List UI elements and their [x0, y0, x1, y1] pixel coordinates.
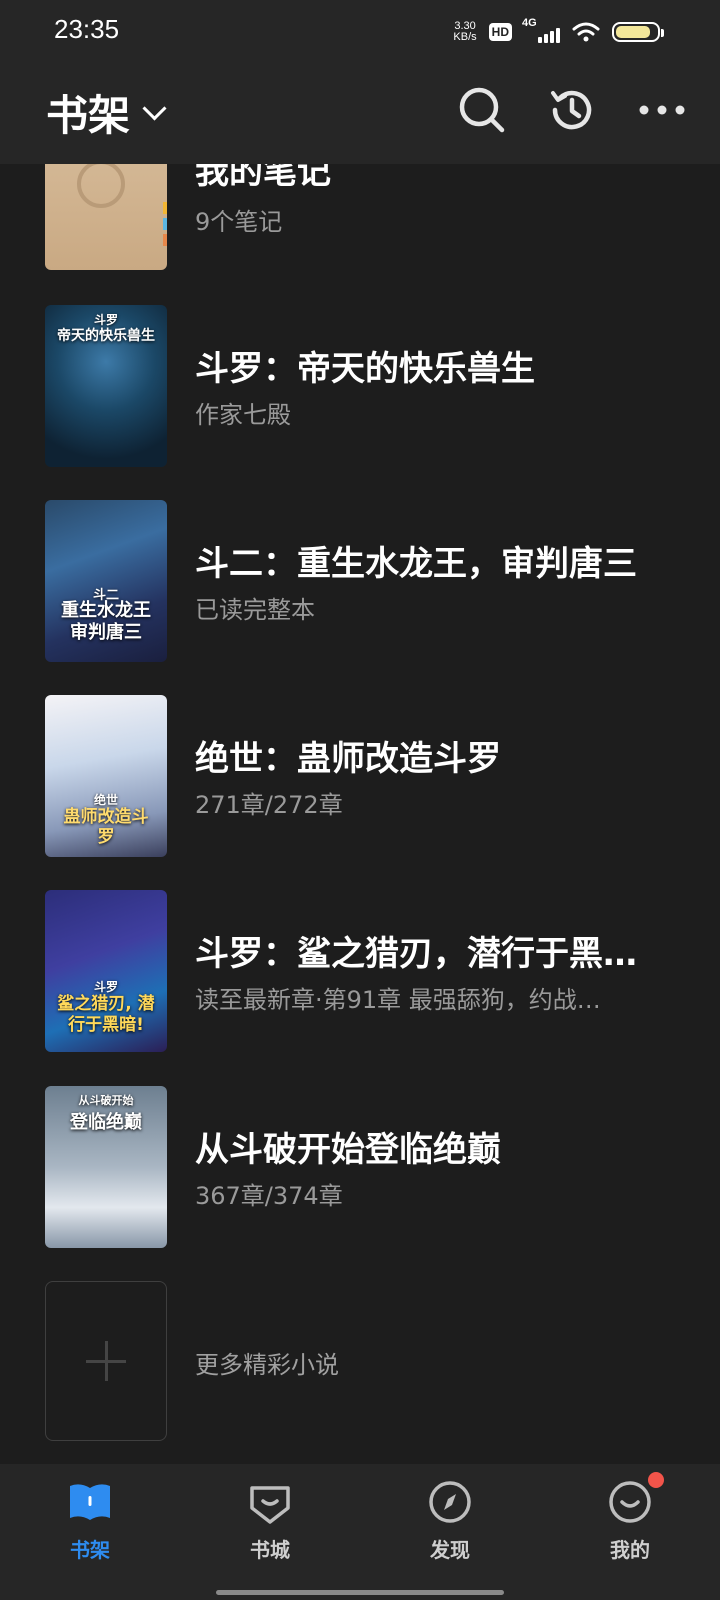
- book-item[interactable]: 斗罗 鲨之猎刃, 潜行于黑暗! 斗罗：鲨之猎刃，潜行于黑… 读至最新章·第91章…: [0, 890, 720, 1055]
- book-item[interactable]: 斗二 重生水龙王 审判唐三 斗二：重生水龙王，审判唐三 已读完整本: [0, 500, 720, 665]
- search-icon: [459, 87, 505, 133]
- book-title: 绝世：蛊师改造斗罗: [195, 739, 501, 779]
- book-cover: 斗二 重生水龙王 审判唐三: [45, 500, 167, 662]
- book-subtitle: 9个笔记: [195, 208, 283, 236]
- book-item[interactable]: 绝世 蛊师改造斗罗 绝世：蛊师改造斗罗 271章/272章: [0, 695, 720, 860]
- tab-bookstore[interactable]: 书城: [210, 1476, 330, 1563]
- notes-row[interactable]: 我的笔记 9个笔记: [0, 164, 720, 270]
- tab-profile[interactable]: 我的: [570, 1472, 690, 1563]
- more-button[interactable]: [634, 82, 690, 138]
- history-button[interactable]: [544, 82, 600, 138]
- book-subtitle: 271章/272章: [195, 791, 343, 819]
- network-speed: 3.30 KB/s: [453, 20, 477, 43]
- bookshelf-dropdown[interactable]: 书架: [46, 82, 167, 143]
- book-subtitle: 367章/374章: [195, 1182, 343, 1210]
- home-indicator[interactable]: [216, 1590, 504, 1595]
- book-cover: 斗罗 鲨之猎刃, 潜行于黑暗!: [45, 890, 167, 1052]
- more-novels-label: 更多精彩小说: [195, 1351, 339, 1379]
- more-icon: [639, 105, 685, 115]
- book-cover: 绝世 蛊师改造斗罗: [45, 695, 167, 857]
- history-icon: [551, 90, 592, 130]
- book-title: 斗二：重生水龙王，审判唐三: [195, 544, 637, 584]
- hd-icon: HD: [488, 23, 512, 41]
- battery-icon: [612, 22, 664, 42]
- tab-bookshelf[interactable]: 书架: [30, 1476, 150, 1563]
- wifi-icon: [572, 22, 600, 42]
- discover-icon: [429, 1481, 471, 1523]
- book-title: 斗罗：帝天的快乐兽生: [195, 349, 535, 389]
- book-cover: 斗罗 帝天的快乐兽生: [45, 305, 167, 467]
- book-subtitle: 读至最新章·第91章 最强舔狗，约战…: [195, 986, 601, 1014]
- notes-cover: [45, 164, 167, 270]
- book-list[interactable]: 我的笔记 9个笔记 斗罗 帝天的快乐兽生 斗罗：帝天的快乐兽生 作家七殿 斗二 …: [0, 164, 720, 1464]
- add-book-icon[interactable]: [45, 1281, 167, 1441]
- bookshelf-icon: [70, 1484, 110, 1520]
- book-title: 我的笔记: [195, 164, 331, 192]
- profile-icon: [609, 1481, 651, 1523]
- book-title: 从斗破开始登临绝巅: [195, 1130, 501, 1170]
- tab-discover[interactable]: 发现: [390, 1476, 510, 1563]
- book-subtitle: 已读完整本: [195, 596, 315, 624]
- status-time: 23:35: [54, 14, 120, 44]
- chevron-down-icon: [142, 96, 167, 121]
- book-item[interactable]: 斗罗 帝天的快乐兽生 斗罗：帝天的快乐兽生 作家七殿: [0, 305, 720, 470]
- more-novels-row[interactable]: 更多精彩小说: [0, 1281, 720, 1443]
- app-header: 书架: [0, 60, 720, 164]
- bottom-nav: 书架 书城 发现 我的: [0, 1464, 720, 1600]
- book-item[interactable]: 从斗破开始 登临绝巅 从斗破开始登临绝巅 367章/374章: [0, 1086, 720, 1251]
- book-subtitle: 作家七殿: [195, 401, 291, 429]
- book-cover: 从斗破开始 登临绝巅: [45, 1086, 167, 1248]
- page-title: 书架: [46, 91, 131, 140]
- status-indicators: 3.30 KB/s HD 4G: [453, 17, 664, 46]
- bookstore-icon: [250, 1486, 290, 1524]
- notification-badge: [648, 1472, 664, 1488]
- notebook-icon: [77, 164, 167, 246]
- status-bar: 23:35 3.30 KB/s HD 4G: [0, 0, 720, 60]
- book-title: 斗罗：鲨之猎刃，潜行于黑…: [195, 934, 637, 974]
- cell-signal-icon: 4G: [522, 17, 560, 43]
- search-button[interactable]: [454, 82, 510, 138]
- battery-level: [616, 26, 650, 38]
